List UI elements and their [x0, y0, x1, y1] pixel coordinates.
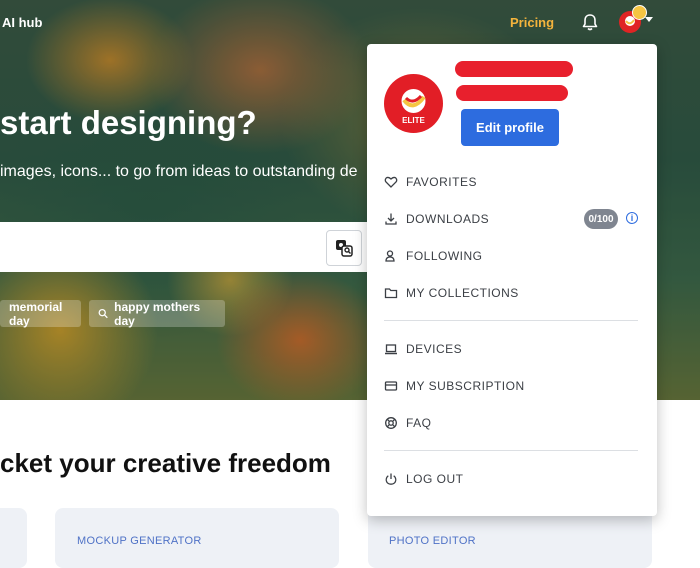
menu-item-devices[interactable]: DEVICES: [384, 338, 462, 360]
mockup-generator-label: MOCKUP GENERATOR: [77, 535, 202, 547]
credit-card-icon: [384, 381, 398, 391]
menu-label: FAVORITES: [406, 175, 477, 189]
search-input[interactable]: [0, 222, 372, 272]
tag-happy-mothers-day[interactable]: happy mothers day: [89, 299, 225, 328]
menu-label: MY SUBSCRIPTION: [406, 379, 525, 393]
downloads-quota-badge: 0/100: [584, 209, 618, 229]
elite-logo: ELITE: [401, 89, 426, 125]
menu-divider: [384, 320, 638, 321]
download-icon: [385, 213, 397, 225]
menu-item-favorites[interactable]: FAVORITES: [384, 171, 477, 193]
menu-label: FAQ: [406, 416, 432, 430]
lifebuoy-icon: [385, 417, 397, 429]
power-icon: [385, 473, 397, 485]
nav-pricing-link[interactable]: Pricing: [510, 15, 554, 30]
tag-label: memorial day: [9, 299, 63, 328]
menu-label: LOG OUT: [406, 472, 464, 486]
profile-avatar: ELITE: [384, 74, 443, 133]
bell-icon[interactable]: [580, 12, 600, 32]
menu-item-my-subscription[interactable]: MY SUBSCRIPTION: [384, 375, 525, 397]
search-icon: [98, 308, 108, 319]
menu-item-faq[interactable]: FAQ: [384, 412, 432, 434]
user-follow-icon: [385, 250, 395, 262]
tag-label: happy mothers day: [114, 299, 201, 328]
tool-card[interactable]: [0, 508, 27, 568]
redacted-email: [456, 85, 568, 101]
section-heading: cket your creative freedom: [0, 448, 331, 478]
top-navbar: AI hub Pricing: [0, 0, 700, 46]
info-icon[interactable]: i: [626, 212, 638, 224]
menu-label: DOWNLOADS: [406, 212, 490, 226]
heart-icon: [384, 176, 398, 188]
hero-headline: start designing?: [0, 104, 257, 141]
menu-label: MY COLLECTIONS: [406, 286, 519, 300]
edit-profile-button[interactable]: Edit profile: [461, 109, 559, 146]
menu-label: DEVICES: [406, 342, 463, 356]
image-search-icon: [336, 240, 353, 257]
folder-icon: [384, 288, 398, 299]
tag-memorial-day[interactable]: memorial day: [0, 299, 81, 328]
hero-subheading: images, icons... to go from ideas to out…: [0, 163, 358, 180]
menu-item-my-collections[interactable]: MY COLLECTIONS: [384, 282, 519, 304]
image-search-button[interactable]: [326, 230, 362, 266]
menu-label: FOLLOWING: [406, 249, 483, 263]
menu-item-downloads[interactable]: DOWNLOADS: [384, 208, 489, 230]
menu-divider: [384, 450, 638, 451]
chevron-down-icon[interactable]: [645, 17, 653, 22]
menu-item-log-out[interactable]: LOG OUT: [384, 468, 464, 490]
elite-logo-text: ELITE: [402, 116, 425, 125]
redacted-username: [455, 61, 573, 77]
menu-item-following[interactable]: FOLLOWING: [384, 245, 483, 267]
laptop-icon: [385, 344, 397, 355]
photo-editor-label: PHOTO EDITOR: [389, 535, 476, 547]
nav-ai-hub-link[interactable]: AI hub: [2, 15, 42, 30]
